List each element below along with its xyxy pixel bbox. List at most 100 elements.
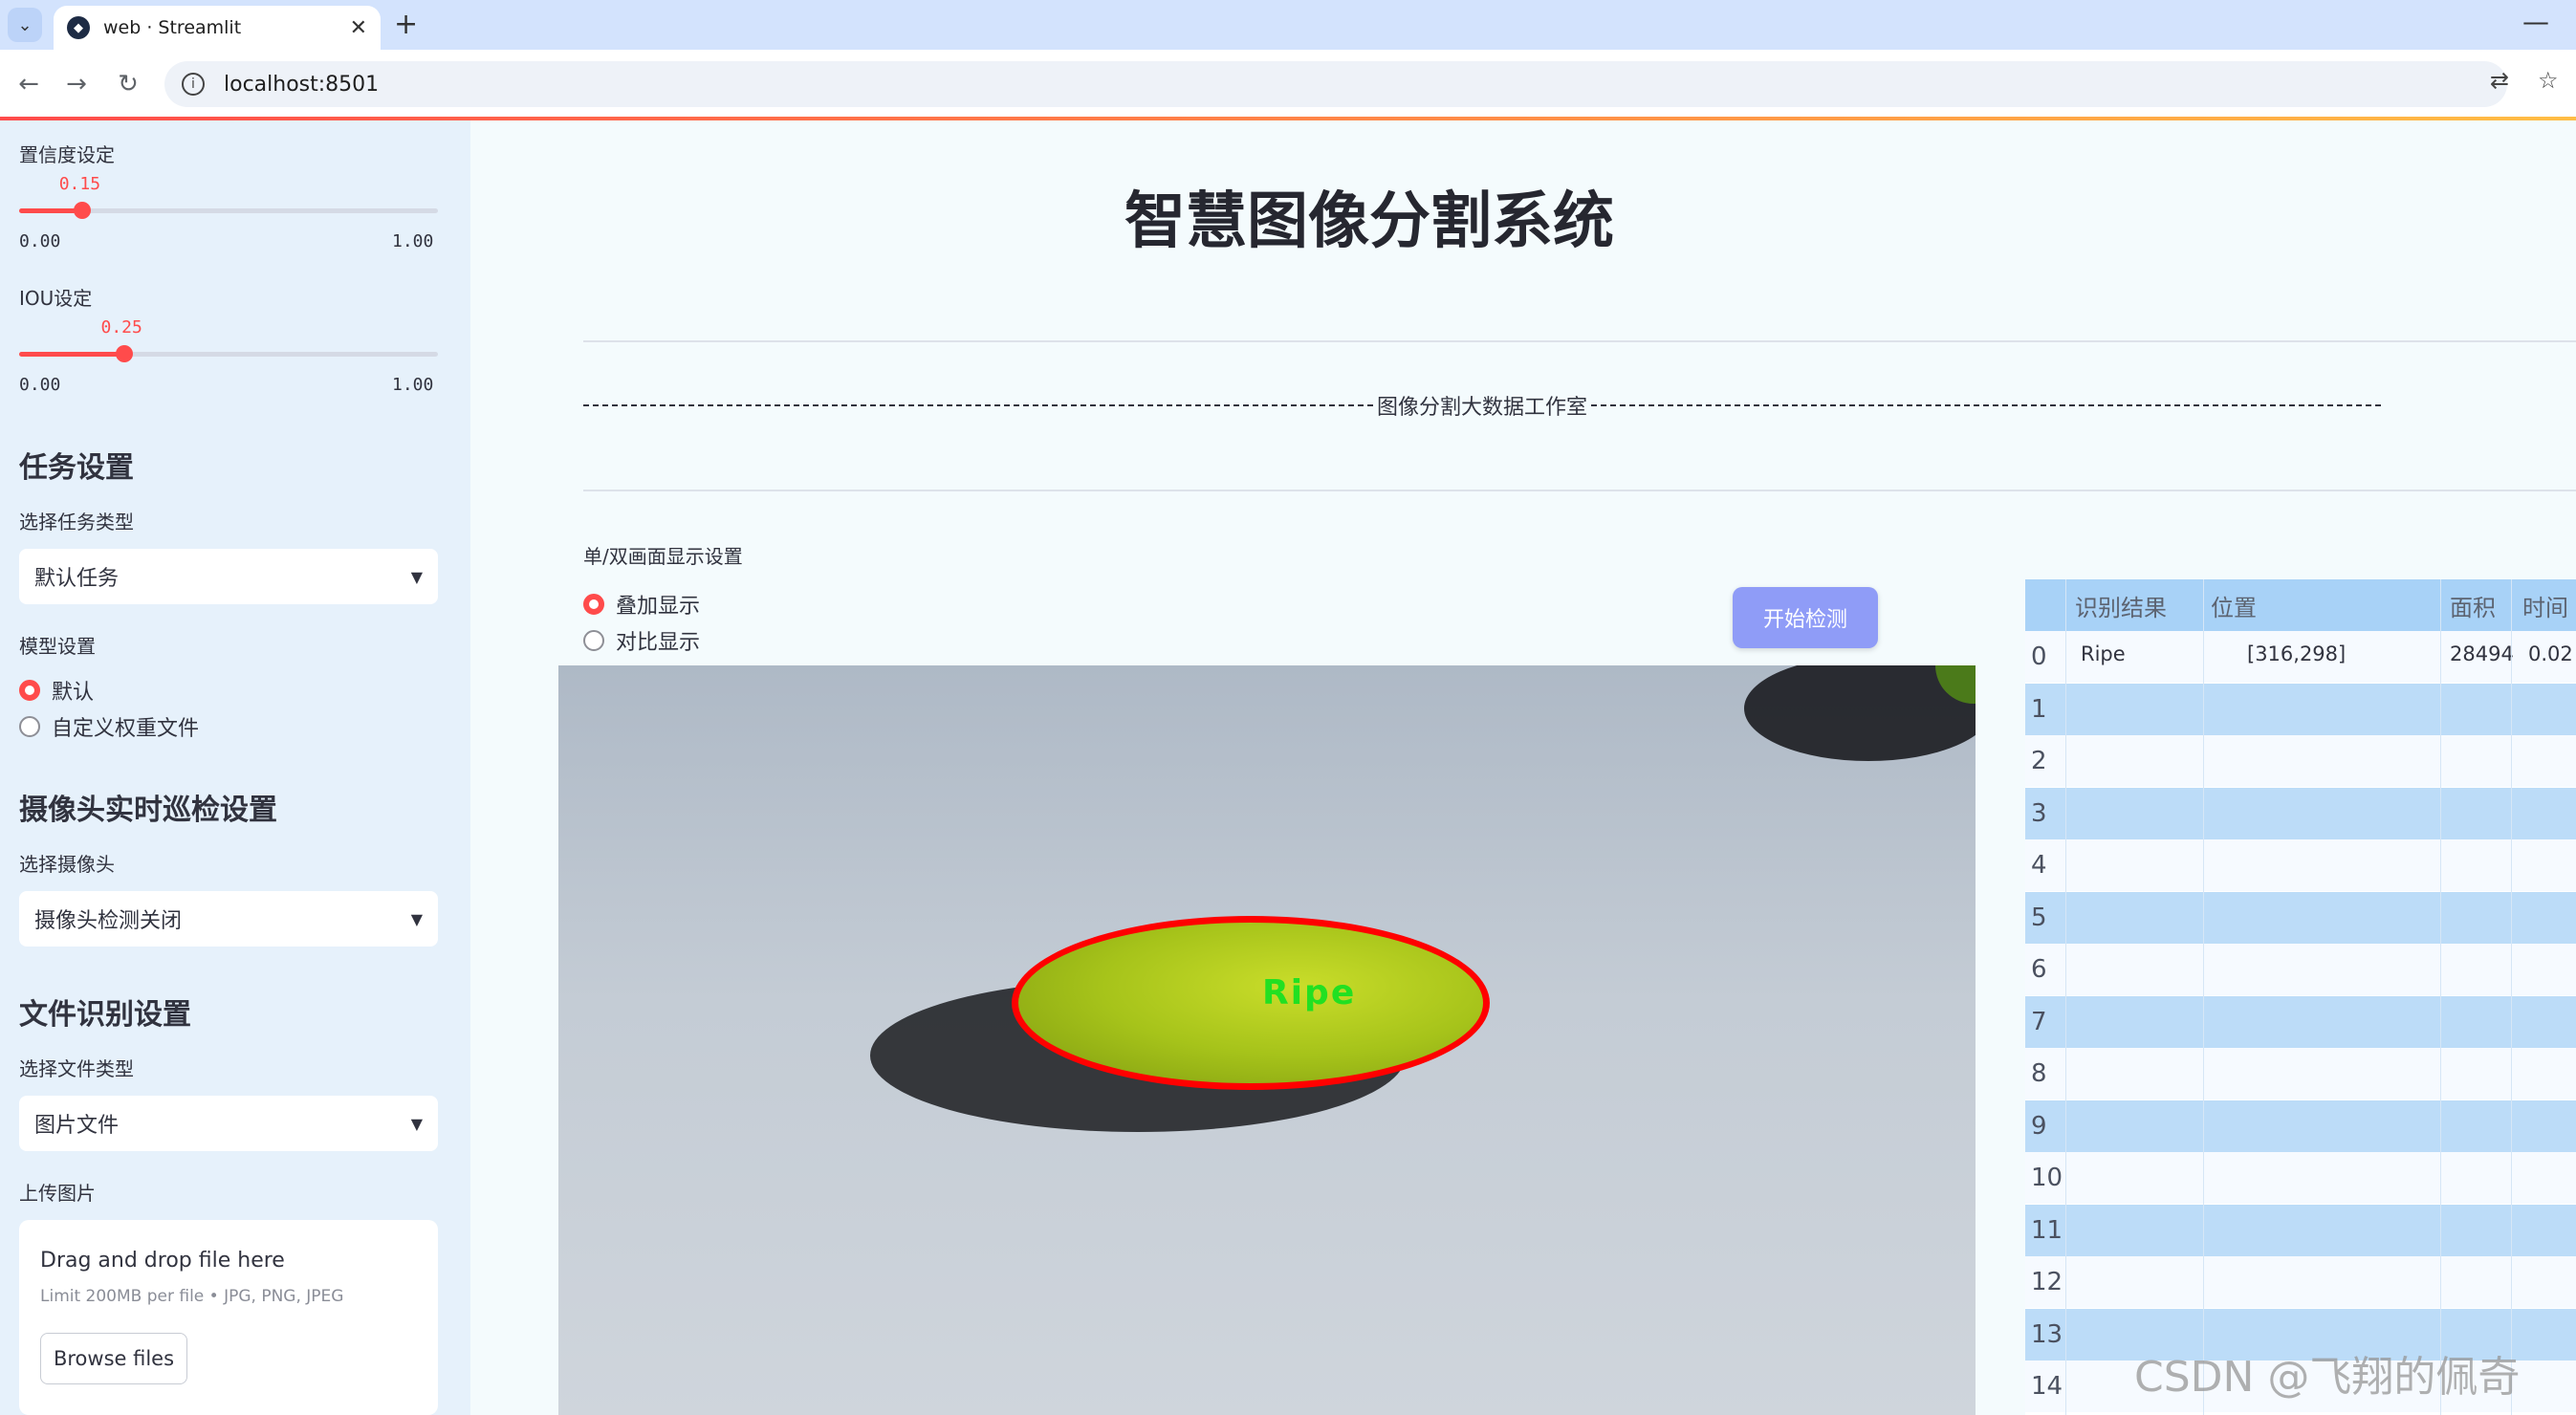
- row-index: 5: [2031, 903, 2047, 932]
- task-type-label: 选择任务类型: [19, 511, 134, 533]
- camera-select[interactable]: 摄像头检测关闭 ▼: [19, 891, 438, 947]
- iou-min: 0.00: [19, 375, 61, 395]
- table-row[interactable]: 8: [2025, 1048, 2576, 1099]
- url-text: localhost:8501: [224, 72, 380, 97]
- iou-label: IOU设定: [19, 287, 93, 310]
- column-divider: [2440, 579, 2441, 1415]
- confidence-slider-value: 0.15: [58, 174, 101, 194]
- file-uploader-dropzone[interactable]: Drag and drop file here Limit 200MB per …: [19, 1220, 438, 1415]
- file-settings-heading: 文件识别设置: [19, 998, 191, 1032]
- tab-close-icon[interactable]: ✕: [350, 16, 367, 40]
- upload-label: 上传图片: [19, 1182, 96, 1205]
- tab-search-chevron-icon[interactable]: ⌄: [8, 8, 42, 42]
- display-option-label: 对比显示: [616, 631, 701, 655]
- browse-files-button[interactable]: Browse files: [40, 1333, 187, 1384]
- task-settings-heading: 任务设置: [19, 451, 134, 485]
- row-index: 12: [2031, 1268, 2063, 1296]
- upload-limit-text: Limit 200MB per file • JPG, PNG, JPEG: [40, 1287, 344, 1306]
- translate-icon[interactable]: ⇄: [2490, 67, 2509, 94]
- table-row[interactable]: 5: [2025, 891, 2576, 944]
- streamlit-favicon-icon: ◆: [67, 16, 90, 39]
- row-index: 4: [2031, 851, 2047, 880]
- table-row[interactable]: 0 Ripe [316,298] 28494 0.02: [2025, 631, 2576, 683]
- display-radio-overlay[interactable]: 叠加显示: [583, 589, 700, 620]
- row-index: 0: [2031, 642, 2047, 671]
- csdn-watermark: CSDN @飞翔的佩奇: [2134, 1353, 2521, 1402]
- iou-slider-thumb[interactable]: [115, 345, 133, 362]
- file-type-select[interactable]: 图片文件 ▼: [19, 1096, 438, 1151]
- table-row[interactable]: 2: [2025, 735, 2576, 787]
- row-index: 13: [2031, 1319, 2063, 1349]
- results-table[interactable]: 识别结果 位置 面积 时间 0 Ripe [316,298] 28494 0.02 1 2 3…: [2025, 579, 2576, 1415]
- iou-slider-value: 0.25: [100, 317, 142, 337]
- address-bar: ← → ↻ i localhost:8501 ⇄ ☆: [0, 50, 2576, 119]
- table-row[interactable]: 3: [2025, 787, 2576, 839]
- column-header: 识别结果: [2075, 595, 2167, 621]
- chevron-down-icon: ▼: [410, 1114, 423, 1133]
- table-row[interactable]: 12: [2025, 1256, 2576, 1308]
- url-input[interactable]: i localhost:8501: [164, 61, 2507, 107]
- table-row[interactable]: 4: [2025, 839, 2576, 891]
- row-index: 11: [2031, 1215, 2063, 1245]
- task-type-select[interactable]: 默认任务 ▼: [19, 549, 438, 604]
- browser-tab-bar: ⌄ ◆ web · Streamlit ✕ + —: [0, 0, 2576, 50]
- dashed-rule: [1591, 404, 2381, 406]
- confidence-label: 置信度设定: [19, 143, 115, 166]
- row-index: 14: [2031, 1372, 2063, 1401]
- chevron-down-icon: ▼: [410, 567, 423, 586]
- sidebar: 置信度设定 0.15 0.00 1.00 IOU设定 0.25 0.00 1.0…: [0, 120, 470, 1415]
- display-radio-compare[interactable]: 对比显示: [583, 625, 700, 656]
- reload-icon[interactable]: ↻: [109, 65, 147, 103]
- bookmark-star-icon[interactable]: ☆: [2538, 67, 2559, 94]
- row-index: 9: [2031, 1111, 2047, 1141]
- row-index: 3: [2031, 798, 2047, 828]
- minimize-window-icon[interactable]: —: [2522, 6, 2549, 37]
- column-divider: [2203, 579, 2204, 1415]
- iou-slider-fill: [19, 352, 124, 357]
- model-option-label: 自定义权重文件: [52, 717, 200, 741]
- table-row[interactable]: 10: [2025, 1152, 2576, 1204]
- model-radio-custom[interactable]: 自定义权重文件: [19, 711, 199, 742]
- column-header: 时间: [2522, 595, 2568, 621]
- table-row[interactable]: 6: [2025, 944, 2576, 995]
- studio-text: 图像分割大数据工作室: [1377, 396, 1588, 420]
- detection-label: Ripe: [1262, 973, 1357, 1012]
- dashed-rule: [583, 404, 1373, 406]
- column-header: 面积: [2450, 595, 2496, 621]
- table-row[interactable]: 7: [2025, 995, 2576, 1048]
- cell-position: [316,298]: [2247, 642, 2347, 665]
- site-info-icon[interactable]: i: [182, 73, 205, 96]
- iou-slider[interactable]: [19, 345, 438, 362]
- radio-selected-icon: [19, 680, 40, 701]
- table-row[interactable]: 11: [2025, 1204, 2576, 1256]
- iou-max: 1.00: [392, 375, 434, 395]
- forward-arrow-icon[interactable]: →: [57, 65, 96, 103]
- studio-banner: 图像分割大数据工作室: [583, 390, 2381, 421]
- camera-select-value: 摄像头检测关闭: [34, 909, 183, 933]
- start-detection-button[interactable]: 开始检测: [1733, 587, 1878, 648]
- segmented-fruit-mask: [1012, 916, 1490, 1090]
- row-index: 1: [2031, 694, 2047, 724]
- page-title: 智慧图像分割系统: [1124, 186, 1614, 257]
- confidence-slider-thumb[interactable]: [73, 202, 91, 219]
- tab-title: web · Streamlit: [103, 17, 242, 38]
- upload-drop-text: Drag and drop file here: [40, 1249, 285, 1273]
- divider: [583, 490, 2576, 491]
- table-row[interactable]: 9: [2025, 1099, 2576, 1152]
- model-option-label: 默认: [52, 681, 95, 705]
- camera-settings-heading: 摄像头实时巡检设置: [19, 794, 277, 827]
- radio-unselected-icon: [583, 630, 604, 651]
- row-index: 8: [2031, 1059, 2047, 1088]
- row-index: 10: [2031, 1164, 2063, 1192]
- model-radio-default[interactable]: 默认: [19, 675, 94, 706]
- camera-select-label: 选择摄像头: [19, 853, 115, 876]
- file-type-value: 图片文件: [34, 1114, 120, 1138]
- divider: [583, 340, 2576, 342]
- column-divider: [2511, 579, 2512, 1415]
- new-tab-icon[interactable]: +: [394, 8, 418, 41]
- table-row[interactable]: 1: [2025, 683, 2576, 735]
- table-header: 识别结果 位置 面积 时间: [2025, 579, 2576, 631]
- back-arrow-icon[interactable]: ←: [10, 65, 48, 103]
- browser-tab[interactable]: ◆ web · Streamlit ✕: [54, 6, 381, 50]
- display-option-label: 叠加显示: [616, 595, 701, 619]
